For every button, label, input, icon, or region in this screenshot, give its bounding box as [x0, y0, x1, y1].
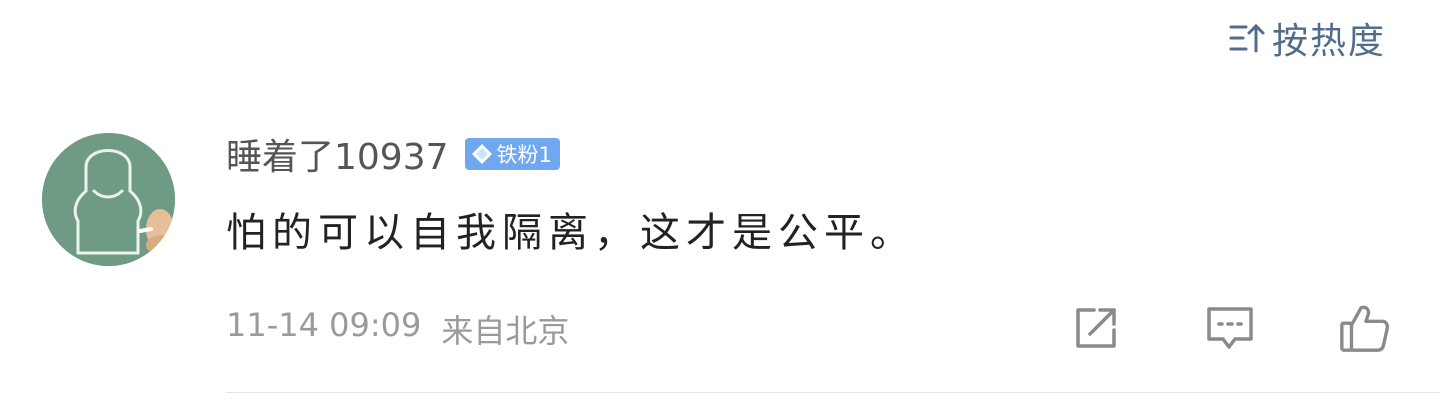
avatar[interactable]: [42, 133, 175, 266]
sort-label: 按热度: [1271, 21, 1386, 62]
fan-badge-label: 铁粉1: [496, 143, 552, 167]
divider: [226, 392, 1440, 393]
comment-icon: [1207, 307, 1253, 349]
user-row: 睡着了10937 铁粉1: [226, 128, 1400, 180]
comment-page: 按热度 睡着了10937 铁粉1 怕的可以自我隔离，这才是公平。 11-14 0…: [0, 0, 1440, 417]
default-avatar-icon: [42, 133, 175, 266]
comment-meta: 11-14 09:09 来自北京: [226, 306, 569, 352]
comment-location: 来自北京: [441, 312, 570, 350]
share-icon: [1076, 308, 1116, 348]
fan-badge: 铁粉1: [464, 138, 560, 170]
username[interactable]: 睡着了10937: [226, 128, 449, 180]
sort-icon: [1229, 23, 1265, 53]
diamond-icon: [471, 144, 492, 164]
sort-by-hot-toggle[interactable]: 按热度: [1228, 12, 1386, 64]
comment-text: 怕的可以自我隔离，这才是公平。: [226, 210, 916, 256]
thumbs-up-icon: [1340, 305, 1390, 352]
share-button[interactable]: [1070, 302, 1122, 354]
like-button[interactable]: [1338, 302, 1390, 354]
comment-actions: [1070, 302, 1390, 354]
comment-body: 睡着了10937 铁粉1 怕的可以自我隔离，这才是公平。: [226, 128, 1400, 262]
comment-time: 11-14 09:09: [226, 306, 422, 344]
reply-button[interactable]: [1204, 302, 1256, 354]
